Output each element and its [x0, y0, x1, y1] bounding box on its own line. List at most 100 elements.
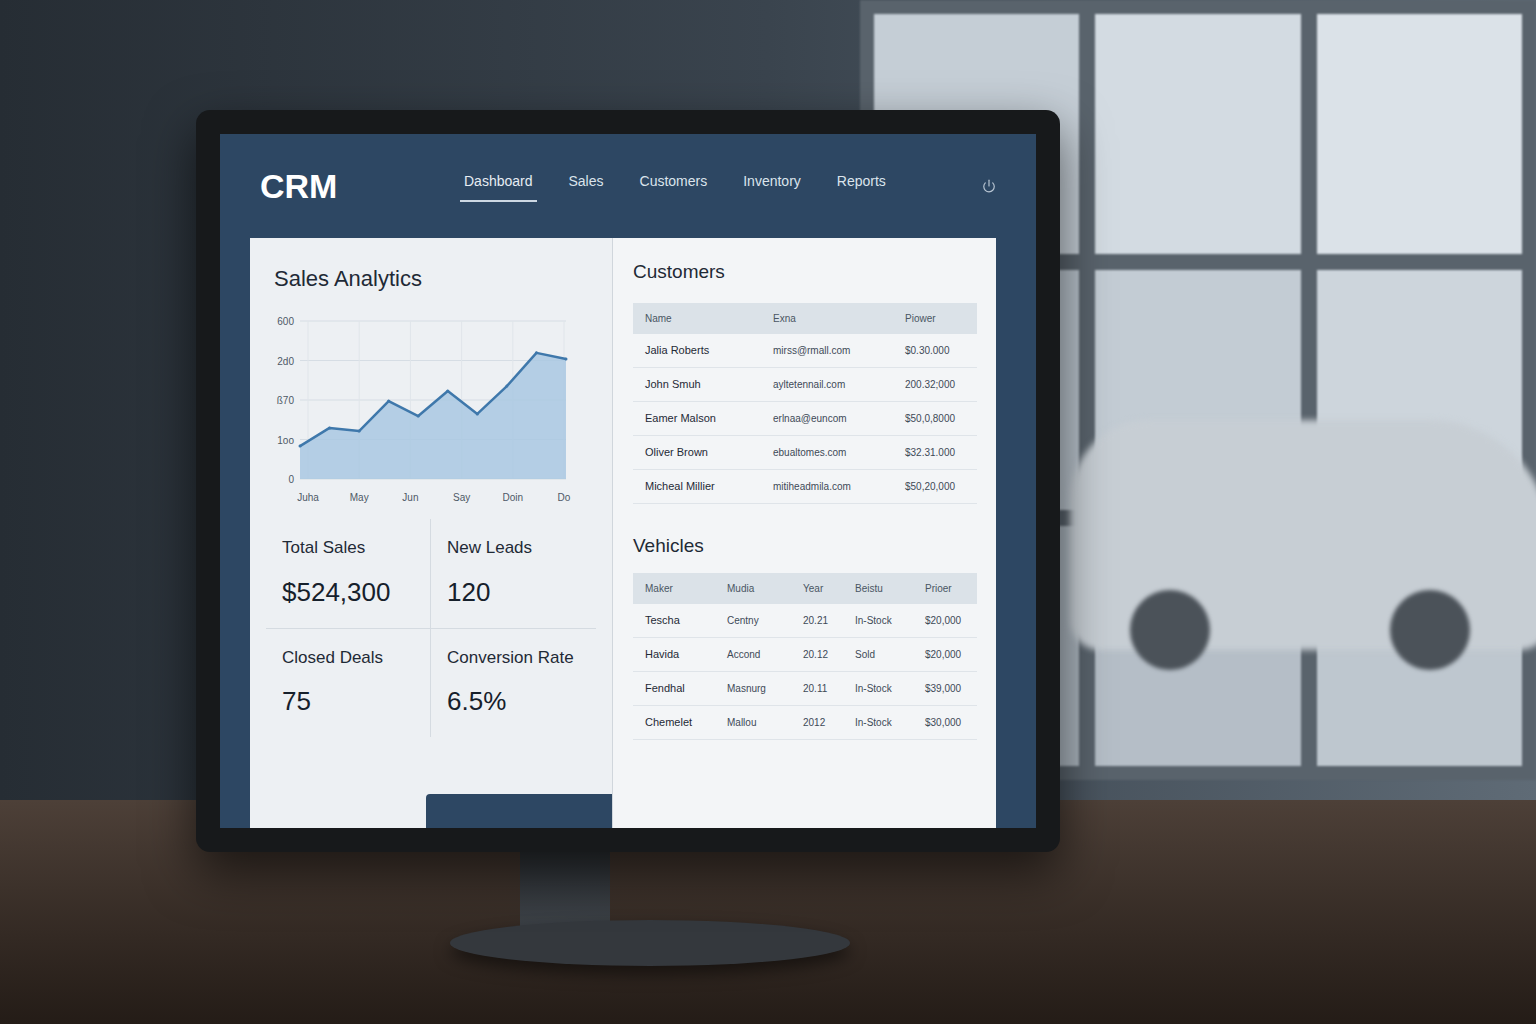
chart-area: [300, 353, 566, 479]
stat-value: 120: [447, 573, 580, 612]
nav-item[interactable]: Inventory: [739, 171, 805, 202]
table-cell: $30,000: [913, 706, 977, 740]
customers-table: NameExnaPiowerJalia Robertsmirss@rmall.c…: [633, 303, 977, 505]
column-header: Year: [791, 573, 843, 604]
table-cell: 20.21: [791, 604, 843, 638]
table-cell: Centny: [715, 604, 791, 638]
table-row[interactable]: John Smuhayltetennail.com200.32;000: [633, 368, 977, 402]
chart-line: [300, 353, 566, 446]
sales-card: Sales Analytics6002d0ß701oo0JuhaMayJunSa…: [250, 238, 612, 828]
table-cell: In-Stock: [843, 604, 913, 638]
table-cell: mitiheadmila.com: [761, 470, 893, 504]
stats-grid: Total Sales $524,300 New Leads 120 Closed De…: [266, 519, 596, 737]
y-tick: ß70: [277, 395, 295, 406]
table-row[interactable]: TeschaCentny20.21In-Stock$20,000: [633, 604, 977, 638]
table-cell: Accond: [715, 638, 791, 672]
stat-card: New Leads 120: [431, 519, 596, 629]
screen: CRMDashboard Sales Customers Inventory Repor…: [220, 134, 1036, 828]
chart-point: [446, 390, 449, 393]
table-cell: $50,20,000: [893, 470, 977, 504]
y-tick: 0: [288, 474, 294, 485]
table-cell: Eamer Malson: [633, 402, 761, 436]
x-label: Jun: [402, 492, 418, 503]
stat-value: 6.5%: [447, 682, 580, 721]
table-row[interactable]: Jalia Robertsmirss@rmall.com$0.30.000: [633, 334, 977, 368]
table-cell: erlnaa@euncom: [761, 402, 893, 436]
table-cell: In-Stock: [843, 672, 913, 706]
x-label: Say: [453, 492, 470, 503]
table-row[interactable]: Eamer Malsonerlnaa@euncom$50,0,8000: [633, 402, 977, 436]
table-cell: mirss@rmall.com: [761, 334, 893, 368]
column-header: Prioer: [913, 573, 977, 604]
chart-point: [535, 351, 538, 354]
stat-label: Total Sales: [282, 535, 414, 561]
chart-container: 6002d0ß701oo0JuhaMayJunSayDoinDo: [250, 311, 612, 507]
stat-value: 75: [282, 682, 414, 721]
y-tick: 2d0: [277, 356, 294, 367]
monitor: CRMDashboard Sales Customers Inventory Repor…: [196, 110, 1060, 852]
chart-point: [505, 385, 508, 388]
stat-label: New Leads: [447, 535, 580, 561]
table-cell: 2012: [791, 706, 843, 740]
table-row[interactable]: ChemeletMallou2012In-Stock$30,000: [633, 706, 977, 740]
table-cell: 200.32;000: [893, 368, 977, 402]
section-title: Vehicles: [633, 532, 976, 561]
stat-card: Conversion Rate 6.5%: [431, 629, 596, 738]
chart-point: [299, 445, 302, 448]
table-cell: Sold: [843, 638, 913, 672]
column-header: Piower: [893, 303, 977, 334]
column-header: Maker: [633, 573, 715, 604]
table-cell: Oliver Brown: [633, 436, 761, 470]
table-cell: Tescha: [633, 604, 715, 638]
stat-label: Conversion Rate: [447, 645, 580, 671]
column-header: Name: [633, 303, 761, 334]
table-cell: Mallou: [715, 706, 791, 740]
table-row[interactable]: Micheal Milliermitiheadmila.com$50,20,00…: [633, 470, 977, 504]
x-label: Doin: [503, 492, 524, 503]
column-header: Exna: [761, 303, 893, 334]
column-header: Beistu: [843, 573, 913, 604]
chart-point: [417, 415, 420, 418]
table-cell: ayltetennail.com: [761, 368, 893, 402]
right-panel: Customers NameExnaPiowerJalia Robertsmirs…: [612, 238, 996, 828]
stat-card: Closed Deals 75: [266, 629, 431, 738]
logo[interactable]: CRM: [260, 161, 460, 212]
vehicles-table: MakerMudiaYearBeistuPrioerTeschaCentny20…: [633, 573, 977, 741]
power-icon[interactable]: [982, 179, 996, 193]
header: CRMDashboard Sales Customers Inventory Repor…: [220, 134, 1036, 238]
table-cell: 20.11: [791, 672, 843, 706]
table-cell: Chemelet: [633, 706, 715, 740]
nav-item[interactable]: Dashboard: [460, 171, 537, 202]
monitor-base: [450, 920, 850, 966]
table-cell: Micheal Millier: [633, 470, 761, 504]
y-tick: 600: [277, 316, 294, 327]
nav-item[interactable]: Sales: [565, 171, 608, 202]
sales-chart: 6002d0ß701oo0JuhaMayJunSayDoinDo: [266, 311, 576, 507]
table-cell: John Smuh: [633, 368, 761, 402]
table-cell: $20,000: [913, 604, 977, 638]
scene: CRMDashboard Sales Customers Inventory Repor…: [0, 0, 1536, 1024]
car-wheel: [1390, 590, 1470, 670]
chart-point: [565, 357, 568, 360]
stat-value: $524,300: [282, 573, 414, 612]
stat-label: Closed Deals: [282, 645, 414, 671]
table-cell: 20.12: [791, 638, 843, 672]
chart-point: [358, 430, 361, 433]
chart-point: [387, 400, 390, 403]
section-title: Customers: [633, 258, 976, 287]
x-label: Juha: [297, 492, 319, 503]
column-header: Mudia: [715, 573, 791, 604]
nav-item[interactable]: Reports: [833, 171, 890, 202]
table-header: NameExnaPiower: [633, 303, 977, 334]
table-row[interactable]: FendhalMasnurg20.11In-Stock$39,000: [633, 672, 977, 706]
x-label: Do: [558, 492, 571, 503]
table-row[interactable]: HavidaAccond20.12Sold$20,000: [633, 638, 977, 672]
table-cell: $39,000: [913, 672, 977, 706]
card-title: Sales Analytics: [250, 262, 612, 295]
table-row[interactable]: Oliver Brownebualtomes.com$32.31.000: [633, 436, 977, 470]
table-cell: $32.31.000: [893, 436, 977, 470]
card-footer-block: [426, 794, 612, 828]
car-wheel: [1130, 590, 1210, 670]
nav-item[interactable]: Customers: [636, 171, 712, 202]
stat-card: Total Sales $524,300: [266, 519, 431, 629]
